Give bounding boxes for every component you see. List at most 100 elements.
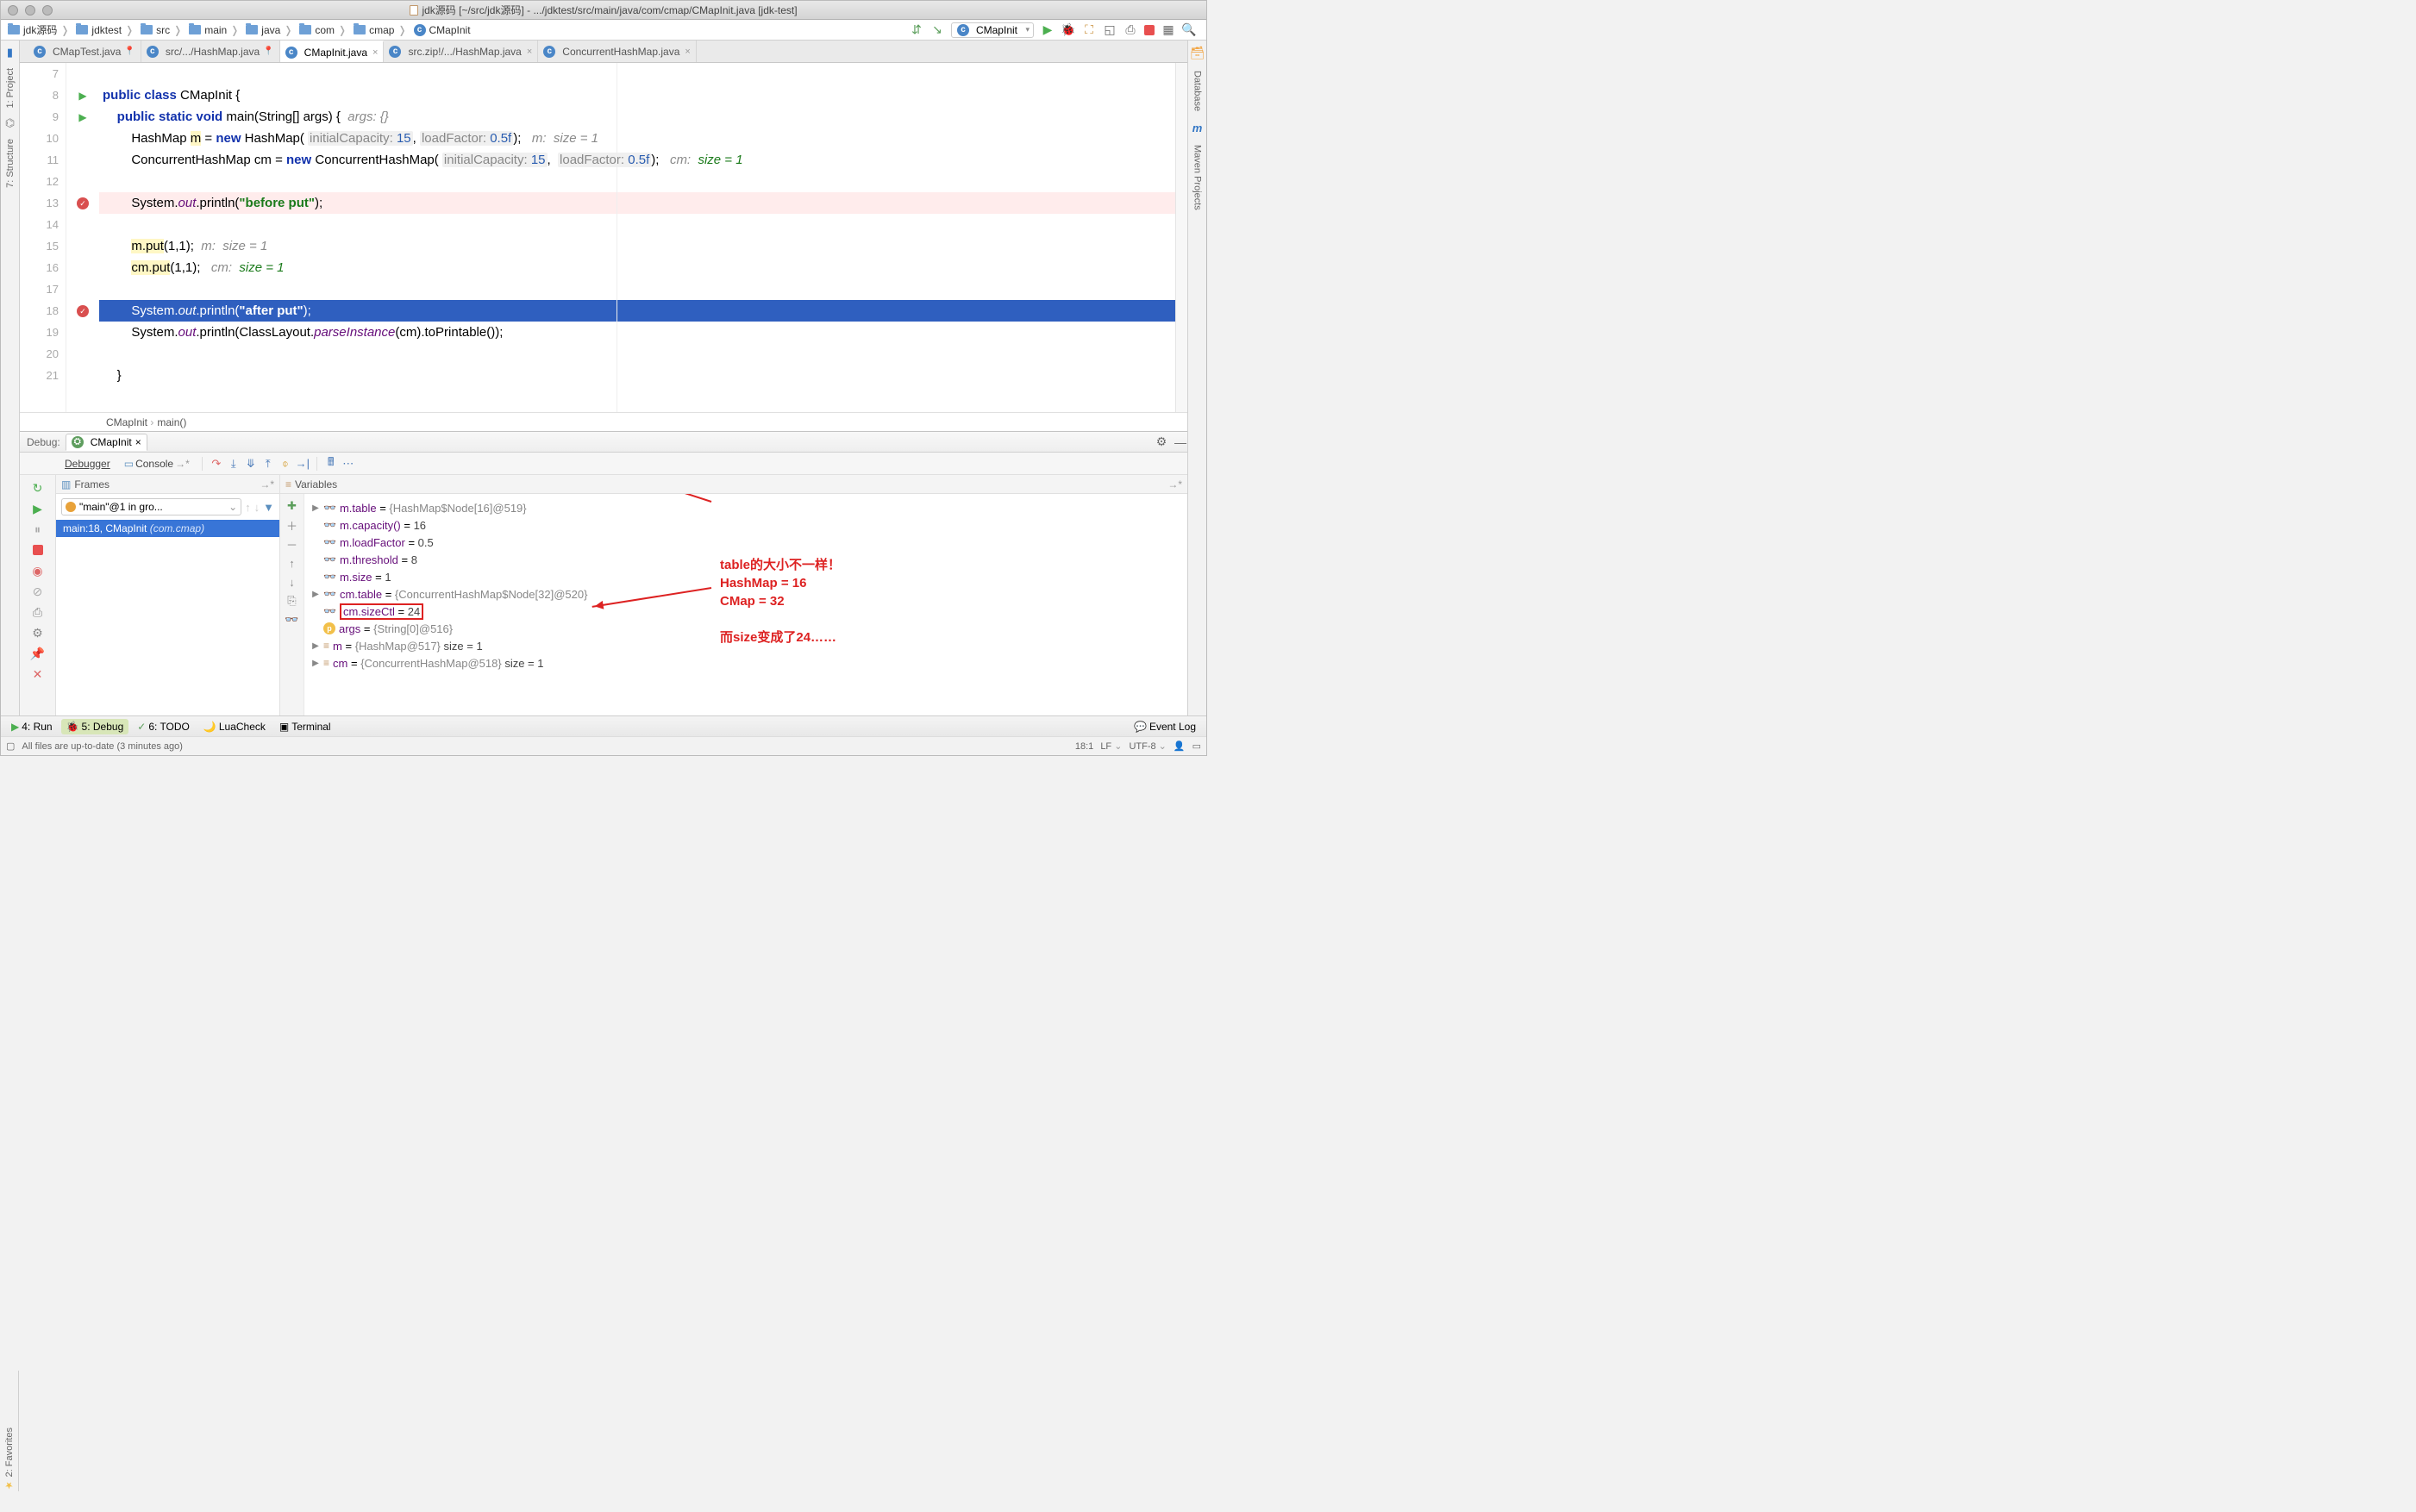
editor-tab[interactable]: csrc.zip!/.../HashMap.java× bbox=[384, 41, 538, 62]
evaluate-icon[interactable]: 🖩 bbox=[324, 457, 338, 471]
caret-position[interactable]: 18:1 bbox=[1075, 741, 1093, 752]
file-encoding[interactable]: UTF-8 bbox=[1129, 740, 1166, 752]
layout-icon[interactable]: ▦ bbox=[1161, 23, 1175, 37]
breadcrumb-item[interactable]: src bbox=[139, 24, 187, 36]
dump-icon[interactable]: ⎙ bbox=[30, 604, 46, 620]
code-line[interactable]: cm.put(1,1); cm: size = 1 bbox=[99, 257, 1175, 278]
search-everywhere-icon[interactable]: 🔍 bbox=[1182, 23, 1196, 37]
project-tool-icon[interactable]: ▮ bbox=[7, 46, 13, 59]
code-line[interactable] bbox=[99, 171, 1175, 192]
force-step-into-icon[interactable]: ⤋ bbox=[244, 457, 258, 471]
vars-menu-icon[interactable]: →* bbox=[1167, 478, 1182, 490]
pause-icon[interactable]: ⏸ bbox=[30, 522, 46, 537]
code-line[interactable] bbox=[99, 214, 1175, 235]
close-panel-icon[interactable]: ✕ bbox=[30, 666, 46, 682]
console-tab[interactable]: ▭Console →* bbox=[119, 456, 195, 472]
code-line[interactable]: } bbox=[99, 365, 1175, 386]
step-out-icon[interactable]: ⤒ bbox=[261, 457, 275, 471]
trace-icon[interactable]: ⋯ bbox=[341, 457, 355, 471]
mute-bp-icon[interactable]: ⊘ bbox=[30, 584, 46, 599]
prev-frame-icon[interactable]: ↑ bbox=[245, 501, 251, 514]
variable-row[interactable]: 👓m.loadFactor = 0.5 bbox=[311, 534, 1182, 551]
maven-tab[interactable]: Maven Projects bbox=[1192, 140, 1203, 216]
code-line[interactable] bbox=[99, 63, 1175, 84]
frames-menu-icon[interactable]: →* bbox=[260, 478, 274, 490]
structure-tool-icon[interactable]: ⌬ bbox=[5, 116, 15, 130]
event-log-tab[interactable]: 💬Event Log bbox=[1129, 719, 1201, 734]
run-gutter-icon[interactable]: ▶ bbox=[78, 111, 86, 123]
breadcrumb-item[interactable]: java bbox=[244, 24, 297, 36]
status-icon[interactable]: ▢ bbox=[6, 740, 15, 752]
run-gutter-icon[interactable]: ▶ bbox=[78, 90, 86, 102]
editor-crumb[interactable]: main() bbox=[157, 416, 186, 428]
todo-tool-tab[interactable]: ✓6: TODO bbox=[132, 719, 195, 734]
variable-row[interactable]: ▶👓m.table = {HashMap$Node[16]@519} bbox=[311, 499, 1182, 516]
code-editor[interactable]: 789101112131415161718192021 ▶▶ public cl… bbox=[20, 63, 1187, 412]
debug-settings-icon[interactable]: ⚙ bbox=[1155, 435, 1168, 449]
close-tab-icon[interactable]: × bbox=[527, 47, 532, 57]
code-line[interactable]: System.out.println(ClassLayout.parseInst… bbox=[99, 322, 1175, 343]
resume-icon[interactable]: ▶ bbox=[30, 501, 46, 516]
breadcrumb-item[interactable]: com bbox=[297, 24, 352, 36]
run-tool-tab[interactable]: ▶4: Run bbox=[6, 719, 58, 734]
favorites-tab[interactable]: ★ 2: Favorites bbox=[3, 1428, 15, 1491]
coverage-icon[interactable]: ⛶ bbox=[1082, 23, 1096, 37]
pin-icon[interactable]: 📌 bbox=[30, 646, 46, 661]
editor-tab[interactable]: csrc/.../HashMap.java📍 bbox=[141, 41, 280, 62]
code-line[interactable]: System.out.println("before put"); bbox=[99, 192, 1175, 214]
database-tab[interactable]: Database bbox=[1192, 66, 1203, 116]
drop-frame-icon[interactable]: ⌽ bbox=[279, 457, 292, 471]
maven-icon[interactable]: m bbox=[1192, 122, 1203, 134]
stack-frame[interactable]: main:18, CMapInit (com.cmap) bbox=[56, 520, 279, 537]
editor-crumb[interactable]: CMapInit bbox=[106, 416, 153, 428]
debug-minimize-icon[interactable]: — bbox=[1174, 435, 1187, 449]
line-separator[interactable]: LF bbox=[1100, 740, 1122, 752]
code-line[interactable]: m.put(1,1); m: size = 1 bbox=[99, 235, 1175, 257]
close-icon[interactable]: × bbox=[135, 436, 141, 448]
stop-button[interactable] bbox=[1144, 25, 1155, 35]
close-tab-icon[interactable]: × bbox=[372, 47, 378, 58]
step-into-icon[interactable]: ⤓ bbox=[227, 457, 241, 471]
run-button[interactable]: ▶ bbox=[1041, 23, 1055, 37]
filter-icon[interactable]: ▼ bbox=[263, 501, 274, 514]
breadcrumb-item[interactable]: main bbox=[187, 24, 244, 36]
rerun-icon[interactable]: ↻ bbox=[30, 480, 46, 496]
breadcrumb-item[interactable]: jdk源码 bbox=[6, 22, 74, 37]
editor-tab[interactable]: cCMapInit.java× bbox=[280, 41, 385, 62]
editor-tab[interactable]: cConcurrentHashMap.java× bbox=[538, 41, 697, 62]
stop-icon[interactable] bbox=[30, 542, 46, 558]
database-icon[interactable]: 🗃 bbox=[1190, 46, 1205, 60]
code-line[interactable]: public class CMapInit { bbox=[99, 84, 1175, 106]
run-config-selector[interactable]: cCMapInit bbox=[951, 22, 1034, 38]
inspection-icon[interactable]: 👤 bbox=[1174, 740, 1186, 752]
breadcrumb-item[interactable]: cmap bbox=[352, 24, 411, 36]
code-line[interactable]: public static void main(String[] args) {… bbox=[99, 106, 1175, 128]
luacheck-tab[interactable]: 🌙LuaCheck bbox=[198, 719, 271, 734]
next-frame-icon[interactable]: ↓ bbox=[254, 501, 260, 514]
structure-tab[interactable]: 7: Structure bbox=[5, 135, 16, 191]
terminal-tab[interactable]: ▣Terminal bbox=[274, 719, 336, 734]
code-line[interactable] bbox=[99, 278, 1175, 300]
run-to-cursor-icon[interactable]: →| bbox=[296, 457, 310, 471]
breadcrumb-item[interactable]: cCMapInit bbox=[412, 24, 479, 36]
editor-tab[interactable]: cCMapTest.java📍 bbox=[28, 41, 141, 62]
sync-icon[interactable]: ⇵ bbox=[910, 23, 923, 37]
debug-session-tab[interactable]: ⛭CMapInit× bbox=[66, 434, 147, 451]
thread-selector[interactable]: "main"@1 in gro...⌄ bbox=[61, 498, 241, 515]
debugger-tab[interactable]: Debugger bbox=[59, 456, 116, 472]
view-bp-icon[interactable]: ◉ bbox=[30, 563, 46, 578]
close-tab-icon[interactable]: × bbox=[685, 47, 690, 57]
breakpoint-icon[interactable] bbox=[77, 305, 89, 317]
vcs-icon[interactable]: ↘ bbox=[930, 23, 944, 37]
breadcrumb-item[interactable]: jdktest bbox=[74, 24, 139, 36]
code-line[interactable] bbox=[99, 343, 1175, 365]
variable-row[interactable]: ▶≡cm = {ConcurrentHashMap@518} size = 1 bbox=[311, 654, 1182, 672]
project-tab[interactable]: 1: Project bbox=[5, 65, 16, 111]
code-line[interactable]: HashMap m = new HashMap( initialCapacity… bbox=[99, 128, 1175, 149]
breakpoint-icon[interactable] bbox=[77, 197, 89, 209]
memory-icon[interactable]: ▭ bbox=[1192, 740, 1201, 752]
step-over-icon[interactable]: ↷ bbox=[210, 457, 223, 471]
settings-icon[interactable]: ⚙ bbox=[30, 625, 46, 640]
debug-button[interactable]: 🐞 bbox=[1061, 23, 1075, 37]
debug-tool-tab[interactable]: 🐞5: Debug bbox=[61, 719, 129, 734]
